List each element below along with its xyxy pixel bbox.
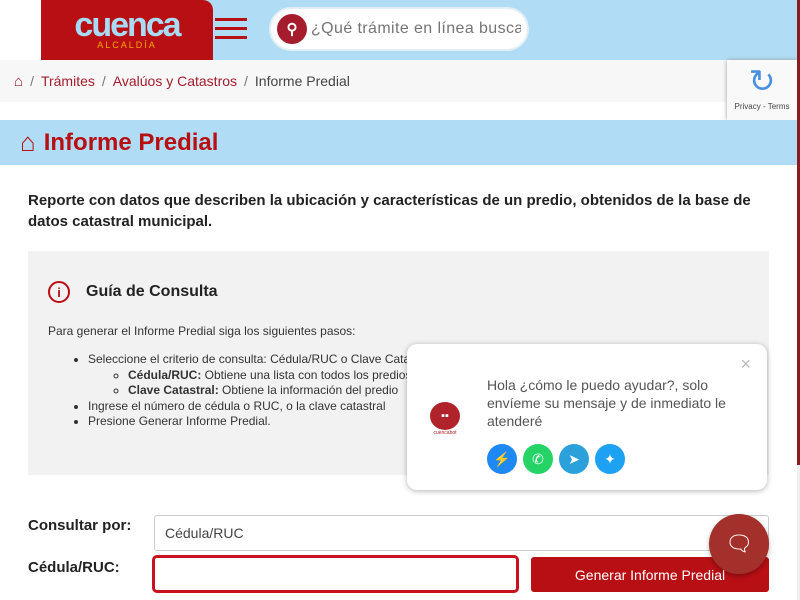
bot-name: cuencabot <box>433 430 457 436</box>
breadcrumb-tramites[interactable]: Trámites <box>41 73 95 89</box>
breadcrumb-current: Informe Predial <box>254 73 350 89</box>
breadcrumb-sep: / <box>30 73 34 89</box>
guide-intro: Para generar el Informe Predial siga los… <box>48 324 356 338</box>
chat-icon: 🗨 <box>725 531 753 556</box>
page-description: Reporte con datos que describen la ubica… <box>28 192 751 230</box>
search-icon[interactable]: ⚲ <box>277 14 307 44</box>
info-icon: i <box>48 281 70 303</box>
logo-sub: ALCALDÍA <box>97 40 157 50</box>
messenger-icon[interactable]: ⚡ <box>487 444 517 474</box>
twitter-icon[interactable]: ✦ <box>595 444 625 474</box>
breadcrumb-sep: / <box>101 73 106 89</box>
cuenca-logo[interactable]: cuenca ALCALDÍA <box>41 0 213 60</box>
chat-popup: × ▪▪ cuencabot Hola ¿cómo le puedo ayuda… <box>407 344 767 490</box>
cedula-label: Cédula/RUC: <box>28 559 120 576</box>
page-title: Informe Predial <box>43 128 219 156</box>
chat-message: Hola ¿cómo le puedo ayudar?, solo envíem… <box>487 377 726 429</box>
breadcrumb-sep: / <box>244 73 248 89</box>
consultar-label: Consultar por: <box>28 517 132 534</box>
bot-face-icon: ▪▪ <box>430 402 460 430</box>
breadcrumb: ⌂ / Trámites / Avalúos y Catastros / Inf… <box>0 60 797 102</box>
close-icon[interactable]: × <box>740 354 751 375</box>
whatsapp-icon[interactable]: ✆ <box>523 444 553 474</box>
cedula-input[interactable] <box>152 555 519 593</box>
breadcrumb-avaluos[interactable]: Avalúos y Catastros <box>113 73 237 89</box>
guide-title: Guía de Consulta <box>86 283 218 300</box>
search-box[interactable]: ⚲ <box>269 7 529 51</box>
consultar-select[interactable]: Cédula/RUC <box>154 515 769 551</box>
top-bar: cuenca ALCALDÍA ⚲ <box>0 0 797 60</box>
telegram-icon[interactable]: ➤ <box>559 444 589 474</box>
recaptcha-links[interactable]: Privacy - Terms <box>727 102 797 111</box>
chat-toggle-button[interactable]: 🗨 <box>709 514 769 574</box>
page-header: ⌂ Informe Predial <box>0 120 797 165</box>
home-icon[interactable]: ⌂ <box>14 73 23 90</box>
recaptcha-badge[interactable]: ↻ Privacy - Terms <box>727 60 797 120</box>
menu-icon[interactable] <box>215 18 247 45</box>
search-input[interactable] <box>311 20 521 38</box>
chatbot-avatar: ▪▪ cuencabot <box>427 402 463 436</box>
recaptcha-icon: ↻ <box>748 63 776 99</box>
home-icon: ⌂ <box>20 127 36 157</box>
